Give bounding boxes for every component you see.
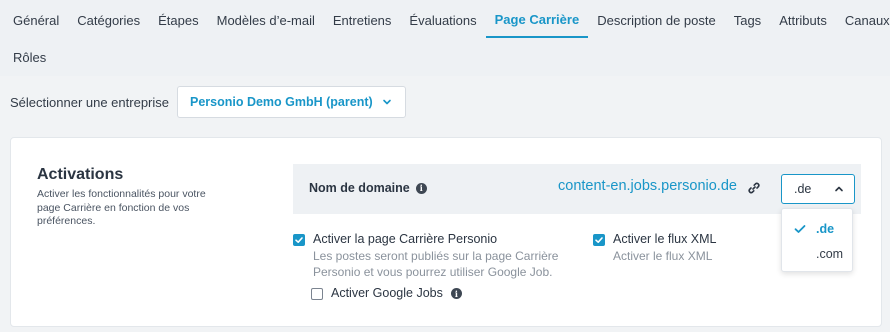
company-dropdown[interactable]: Personio Demo GmbH (parent) <box>177 86 406 118</box>
tab-email-templates[interactable]: Modèles d’e-mail <box>208 2 324 38</box>
xml-feed-label: Activer le flux XML <box>613 232 717 246</box>
tld-option-com[interactable]: .com <box>782 243 854 265</box>
company-label: Sélectionner une entreprise <box>10 94 169 110</box>
activations-description: Activer les fonctionnalités pour votre p… <box>37 188 206 227</box>
xml-feed-checkbox[interactable] <box>593 234 605 246</box>
xml-feed-option: Activer le flux XML Activer le flux XML <box>593 232 717 264</box>
check-icon <box>295 237 303 243</box>
company-value: Personio Demo GmbH (parent) <box>190 95 373 109</box>
xml-feed-description: Activer le flux XML <box>613 249 713 263</box>
info-icon[interactable]: i <box>415 182 427 194</box>
tld-selected: .de <box>794 182 812 196</box>
chevron-down-icon <box>382 99 391 105</box>
chevron-up-icon <box>835 186 843 192</box>
activations-card: Activations Activer les fonctionnalités … <box>10 137 882 327</box>
tab-evaluations[interactable]: Évaluations <box>400 2 485 38</box>
domain-bar: Nom de domaine i content-en.jobs.personi… <box>293 164 861 214</box>
tld-option-de-label: .de <box>816 222 835 236</box>
tab-canaux[interactable]: Canaux <box>836 2 890 38</box>
tab-general[interactable]: Général <box>4 2 68 38</box>
domain-value[interactable]: content-en.jobs.personio.de <box>558 178 737 194</box>
tld-select[interactable]: .de <box>781 174 855 204</box>
info-icon[interactable]: i <box>450 288 462 299</box>
tabs-row-1: Général Catégories Étapes Modèles d’e-ma… <box>0 0 890 40</box>
tabs-row-2: Rôles <box>0 40 890 74</box>
tab-etapes[interactable]: Étapes <box>149 2 207 38</box>
check-icon <box>595 237 603 243</box>
link-icon[interactable] <box>747 181 761 195</box>
career-page-option: Activer la page Carrière Personio Les po… <box>293 232 575 280</box>
tab-roles[interactable]: Rôles <box>4 39 55 75</box>
tab-attributs[interactable]: Attributs <box>770 2 836 38</box>
check-icon <box>794 225 806 233</box>
google-jobs-checkbox[interactable] <box>311 288 323 300</box>
tab-categories[interactable]: Catégories <box>68 2 149 38</box>
career-page-label: Activer la page Carrière Personio <box>313 232 498 246</box>
settings-tabs: Général Catégories Étapes Modèles d’e-ma… <box>0 0 890 76</box>
company-selector-row: Sélectionner une entreprise Personio Dem… <box>10 86 406 118</box>
tld-option-com-label: .com <box>816 247 844 261</box>
domain-label-group: Nom de domaine i <box>309 181 427 195</box>
tld-option-de[interactable]: .de <box>782 218 854 240</box>
tab-page-carriere[interactable]: Page Carrière <box>485 2 589 38</box>
tab-entretiens[interactable]: Entretiens <box>324 2 401 38</box>
google-jobs-option: Activer Google Jobs i <box>311 286 462 300</box>
tld-dropdown-menu: .de .com <box>781 208 853 272</box>
career-page-checkbox[interactable] <box>293 234 305 246</box>
tab-tags[interactable]: Tags <box>725 2 770 38</box>
domain-label: Nom de domaine <box>309 181 410 195</box>
tab-description-poste[interactable]: Description de poste <box>588 2 725 38</box>
google-jobs-label: Activer Google Jobs <box>331 286 443 300</box>
career-page-description: Les postes seront publiés sur la page Ca… <box>313 249 559 279</box>
activations-title: Activations <box>37 166 124 183</box>
